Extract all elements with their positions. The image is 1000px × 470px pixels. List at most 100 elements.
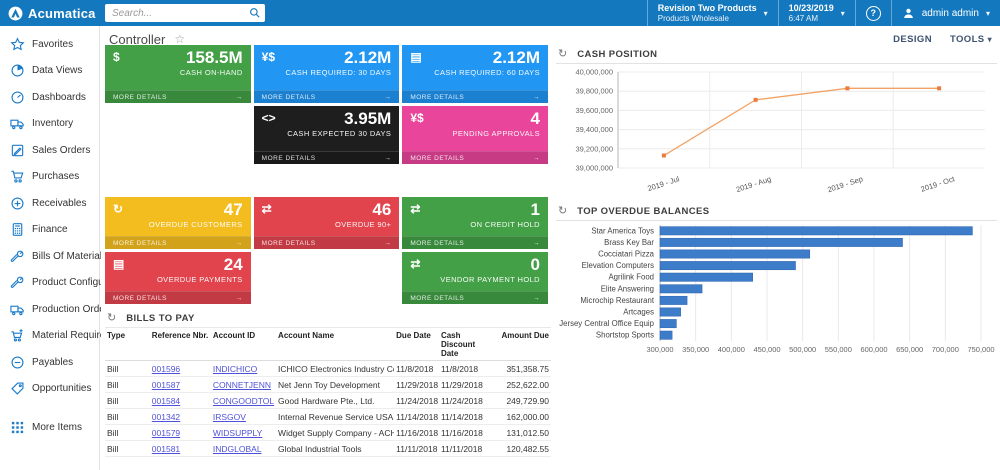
help-button[interactable]: ? [855, 0, 891, 26]
sidebar-item-material-requirements[interactable]: Material Requireme... [0, 323, 99, 350]
favorite-star-icon[interactable]: ☆ [174, 32, 185, 46]
sidebar-item-bills-of-material[interactable]: Bills Of Material [0, 243, 99, 270]
sidebar-item-label: Dashboards [32, 92, 86, 103]
sidebar-item-opportunities[interactable]: Opportunities [0, 376, 99, 403]
sidebar-item-receivables[interactable]: Receivables [0, 190, 99, 217]
more-details-link[interactable]: MORE DETAILS→ [254, 151, 400, 164]
sidebar-item-finance[interactable]: Finance [0, 217, 99, 244]
tile-cash-required-30[interactable]: ¥$ 2.12M CASH REQUIRED: 30 DAYS MORE DET… [254, 45, 400, 103]
acumatica-logo[interactable]: Acumatica [0, 6, 100, 21]
search-icon[interactable] [249, 7, 261, 19]
svg-text:700,000: 700,000 [932, 345, 959, 354]
top-overdue-balances-panel: ↻ TOP OVERDUE BALANCES 300,000350,000400… [556, 205, 997, 362]
svg-text:2019 - Sep: 2019 - Sep [826, 174, 864, 194]
table-cell: Bill [105, 409, 150, 425]
tile-overdue-customers[interactable]: ↻ 47 OVERDUE CUSTOMERS MORE DETAILS→ [105, 197, 251, 249]
table-header-row: TypeReference Nbr.Account IDAccount Name… [105, 329, 551, 361]
sidebar-item-label: Bills Of Material [32, 251, 102, 262]
grid-icon [10, 420, 25, 435]
table-cell: Bill [105, 361, 150, 377]
tile-overdue-90[interactable]: ⇄ 46 OVERDUE 90+ MORE DETAILS→ [254, 197, 400, 249]
global-search[interactable] [105, 4, 265, 22]
reference-link[interactable]: 001587 [150, 377, 211, 393]
sidebar-item-product-configurator[interactable]: Product Configurator [0, 270, 99, 297]
reference-link[interactable]: 001579 [150, 425, 211, 441]
column-header[interactable]: Type [105, 329, 150, 361]
more-details-link[interactable]: MORE DETAILS→ [402, 90, 548, 103]
account-link[interactable]: CONGOODTOL [211, 393, 276, 409]
svg-text:650,000: 650,000 [896, 345, 923, 354]
acumatica-logo-icon [8, 6, 23, 21]
design-button[interactable]: DESIGN [893, 34, 932, 45]
sidebar-item-payables[interactable]: Payables [0, 349, 99, 376]
sidebar-item-dashboards[interactable]: Dashboards [0, 84, 99, 111]
tile-pending-approvals[interactable]: ¥$ 4 PENDING APPROVALS MORE DETAILS→ [402, 106, 548, 164]
table-row: Bill001596INDICHICOICHICO Electronics In… [105, 361, 551, 377]
svg-text:450,000: 450,000 [753, 345, 780, 354]
tile-on-credit-hold[interactable]: ⇄ 1 ON CREDIT HOLD MORE DETAILS→ [402, 197, 548, 249]
tile-cash-required-60[interactable]: ▤ 2.12M CASH REQUIRED: 60 DAYS MORE DETA… [402, 45, 548, 103]
column-header[interactable]: Account ID [211, 329, 276, 361]
reference-link[interactable]: 001342 [150, 409, 211, 425]
column-header[interactable]: Account Name [276, 329, 394, 361]
top-overdue-balances-title: TOP OVERDUE BALANCES [577, 206, 709, 217]
sidebar-item-data-views[interactable]: Data Views [0, 58, 99, 85]
more-details-link[interactable]: MORE DETAILS→ [105, 291, 251, 304]
svg-text:550,000: 550,000 [825, 345, 852, 354]
sidebar-item-sales-orders[interactable]: Sales Orders [0, 137, 99, 164]
sidebar-item-production-orders[interactable]: Production Orders [0, 296, 99, 323]
column-header[interactable]: Amount Due [488, 329, 551, 361]
table-cell: ICHICO Electronics Industry Co. [276, 361, 394, 377]
date-selector[interactable]: 10/23/2019 6:47 AM ▾ [778, 0, 855, 26]
tile-overdue-payments[interactable]: ▤ 24 OVERDUE PAYMENTS MORE DETAILS→ [105, 252, 251, 304]
table-cell: 11/8/2018 [394, 361, 439, 377]
more-details-link[interactable]: MORE DETAILS→ [254, 90, 400, 103]
more-details-link[interactable]: MORE DETAILS→ [402, 151, 548, 164]
sidebar-item-favorites[interactable]: Favorites [0, 31, 99, 58]
sidebar-item-more-items[interactable]: More Items [0, 414, 99, 441]
star-icon [10, 37, 25, 52]
edit-document-icon [10, 143, 25, 158]
refresh-icon[interactable]: ↻ [558, 49, 567, 60]
account-link[interactable]: INDGLOBAL [211, 441, 276, 457]
more-details-link[interactable]: MORE DETAILS→ [254, 236, 400, 249]
refresh-icon[interactable]: ↻ [107, 313, 116, 324]
account-link[interactable]: INDICHICO [211, 361, 276, 377]
account-link[interactable]: CONNETJENN [211, 377, 276, 393]
more-details-link[interactable]: MORE DETAILS→ [105, 90, 251, 103]
column-header[interactable]: Due Date [394, 329, 439, 361]
tools-button[interactable]: TOOLS ▾ [950, 34, 992, 45]
refresh-icon[interactable]: ↻ [558, 206, 567, 217]
tile-empty-cell [254, 252, 400, 304]
top-overdue-balances-chart: 300,000350,000400,000450,000500,000550,0… [556, 221, 995, 357]
user-menu[interactable]: admin admin ▾ [891, 0, 1000, 26]
reference-link[interactable]: 001596 [150, 361, 211, 377]
sidebar-item-purchases[interactable]: Purchases [0, 164, 99, 191]
svg-text:39,600,000: 39,600,000 [575, 106, 613, 115]
table-cell: 249,729.90 [488, 393, 551, 409]
tile-cash-expected-30[interactable]: <> 3.95M CASH EXPECTED 30 DAYS MORE DETA… [254, 106, 400, 164]
tile-label: VENDOR PAYMENT HOLD [440, 275, 540, 284]
column-header[interactable]: Cash Discount Date [439, 329, 488, 361]
svg-text:39,400,000: 39,400,000 [575, 125, 613, 134]
account-link[interactable]: WIDSUPPLY [211, 425, 276, 441]
wrench-icon [10, 249, 25, 264]
company-name: Revision Two Products [658, 3, 757, 13]
chevron-down-icon: ▾ [986, 9, 990, 18]
table-cell: Bill [105, 441, 150, 457]
sidebar-item-label: More Items [32, 422, 82, 433]
reference-link[interactable]: 001581 [150, 441, 211, 457]
table-cell: 252,622.00 [488, 377, 551, 393]
search-input[interactable] [112, 8, 249, 19]
tile-cash-on-hand[interactable]: $ 158.5M CASH ON-HAND MORE DETAILS→ [105, 45, 251, 103]
table-cell: 11/29/2018 [394, 377, 439, 393]
sidebar-item-inventory[interactable]: Inventory [0, 111, 99, 138]
more-details-link[interactable]: MORE DETAILS→ [402, 236, 548, 249]
tile-vendor-payment-hold[interactable]: ⇄ 0 VENDOR PAYMENT HOLD MORE DETAILS→ [402, 252, 548, 304]
column-header[interactable]: Reference Nbr. [150, 329, 211, 361]
more-details-link[interactable]: MORE DETAILS→ [105, 236, 251, 249]
reference-link[interactable]: 001584 [150, 393, 211, 409]
company-selector[interactable]: Revision Two Products Products Wholesale… [647, 0, 778, 26]
more-details-link[interactable]: MORE DETAILS→ [402, 291, 548, 304]
account-link[interactable]: IRSGOV [211, 409, 276, 425]
